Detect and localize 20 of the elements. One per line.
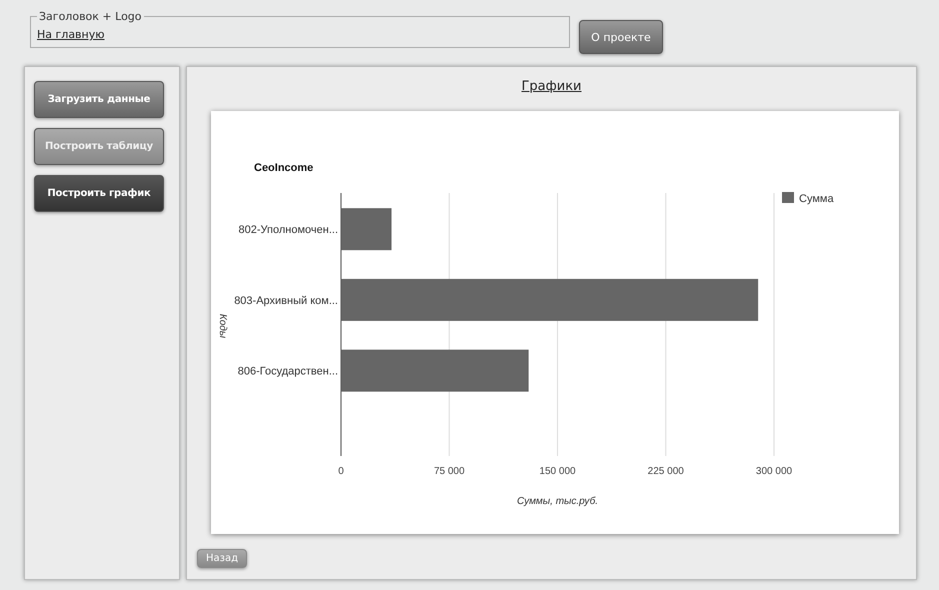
y-category-label: 802-Уполномочен...	[238, 224, 338, 236]
sidebar-button[interactable]: Загрузить данные	[34, 81, 164, 118]
y-category-label: 806-Государствен...	[237, 366, 338, 378]
x-tick-label: 0	[338, 466, 344, 477]
back-button[interactable]: Назад	[197, 549, 248, 568]
x-tick-label: 150 000	[538, 466, 576, 477]
bar	[340, 208, 392, 250]
sidebar-button[interactable]: Построить график	[34, 175, 164, 212]
about-button[interactable]: О проекте	[579, 20, 663, 54]
y-axis-title: Коды	[216, 314, 228, 338]
chart-title: CeoIncome	[254, 162, 313, 174]
x-tick-label: 300 000	[755, 466, 792, 477]
x-tick-label: 75 000	[433, 466, 464, 477]
home-link[interactable]: На главную	[37, 28, 105, 41]
legend-label: Сумма	[798, 193, 834, 205]
header-legend: Заголовок + Logo	[37, 10, 144, 23]
x-tick-label: 225 000	[647, 466, 684, 477]
y-category-label: 803-Архивный ком...	[234, 294, 338, 307]
x-axis-title: Суммы, тыс.руб.	[516, 496, 598, 507]
section-title: Графики	[521, 79, 582, 94]
